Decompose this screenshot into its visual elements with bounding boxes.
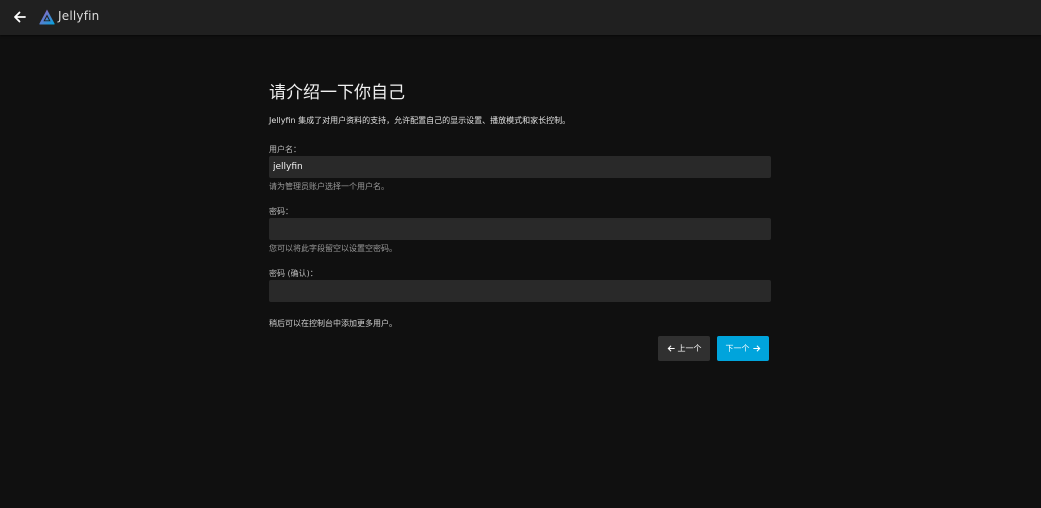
password-input[interactable] [269,218,771,240]
password-hint: 您可以将此字段留空以设置空密码。 [269,244,397,253]
password-confirm-input[interactable] [269,280,771,302]
password-label: 密码： [269,207,293,216]
arrow-right-icon [752,345,760,352]
username-hint: 请为管理员账户选择一个用户名。 [269,182,389,191]
page-title: 请介绍一下你自己 [269,83,405,103]
back-button[interactable] [10,7,30,27]
header-bar: Jellyfin [0,0,1041,35]
wizard-user-form: 请介绍一下你自己 Jellyfin 集成了对用户资料的支持，允许配置自己的显示设… [269,72,771,361]
previous-button[interactable]: 上一个 [658,336,710,361]
previous-button-label: 上一个 [677,344,702,353]
footer-note: 稍后可以在控制台中添加更多用户。 [269,319,397,328]
username-label: 用户名： [269,145,301,154]
arrow-left-icon [14,11,26,23]
arrow-left-icon [667,345,675,352]
brand-name[interactable]: Jellyfin [58,9,99,23]
password-confirm-label: 密码 (确认)： [269,269,318,278]
intro-text: Jellyfin 集成了对用户资料的支持，允许配置自己的显示设置、播放模式和家长… [269,116,571,125]
next-button-label: 下一个 [725,344,750,353]
next-button[interactable]: 下一个 [717,336,769,361]
username-input[interactable] [269,156,771,178]
jellyfin-logo-icon[interactable] [38,8,56,26]
